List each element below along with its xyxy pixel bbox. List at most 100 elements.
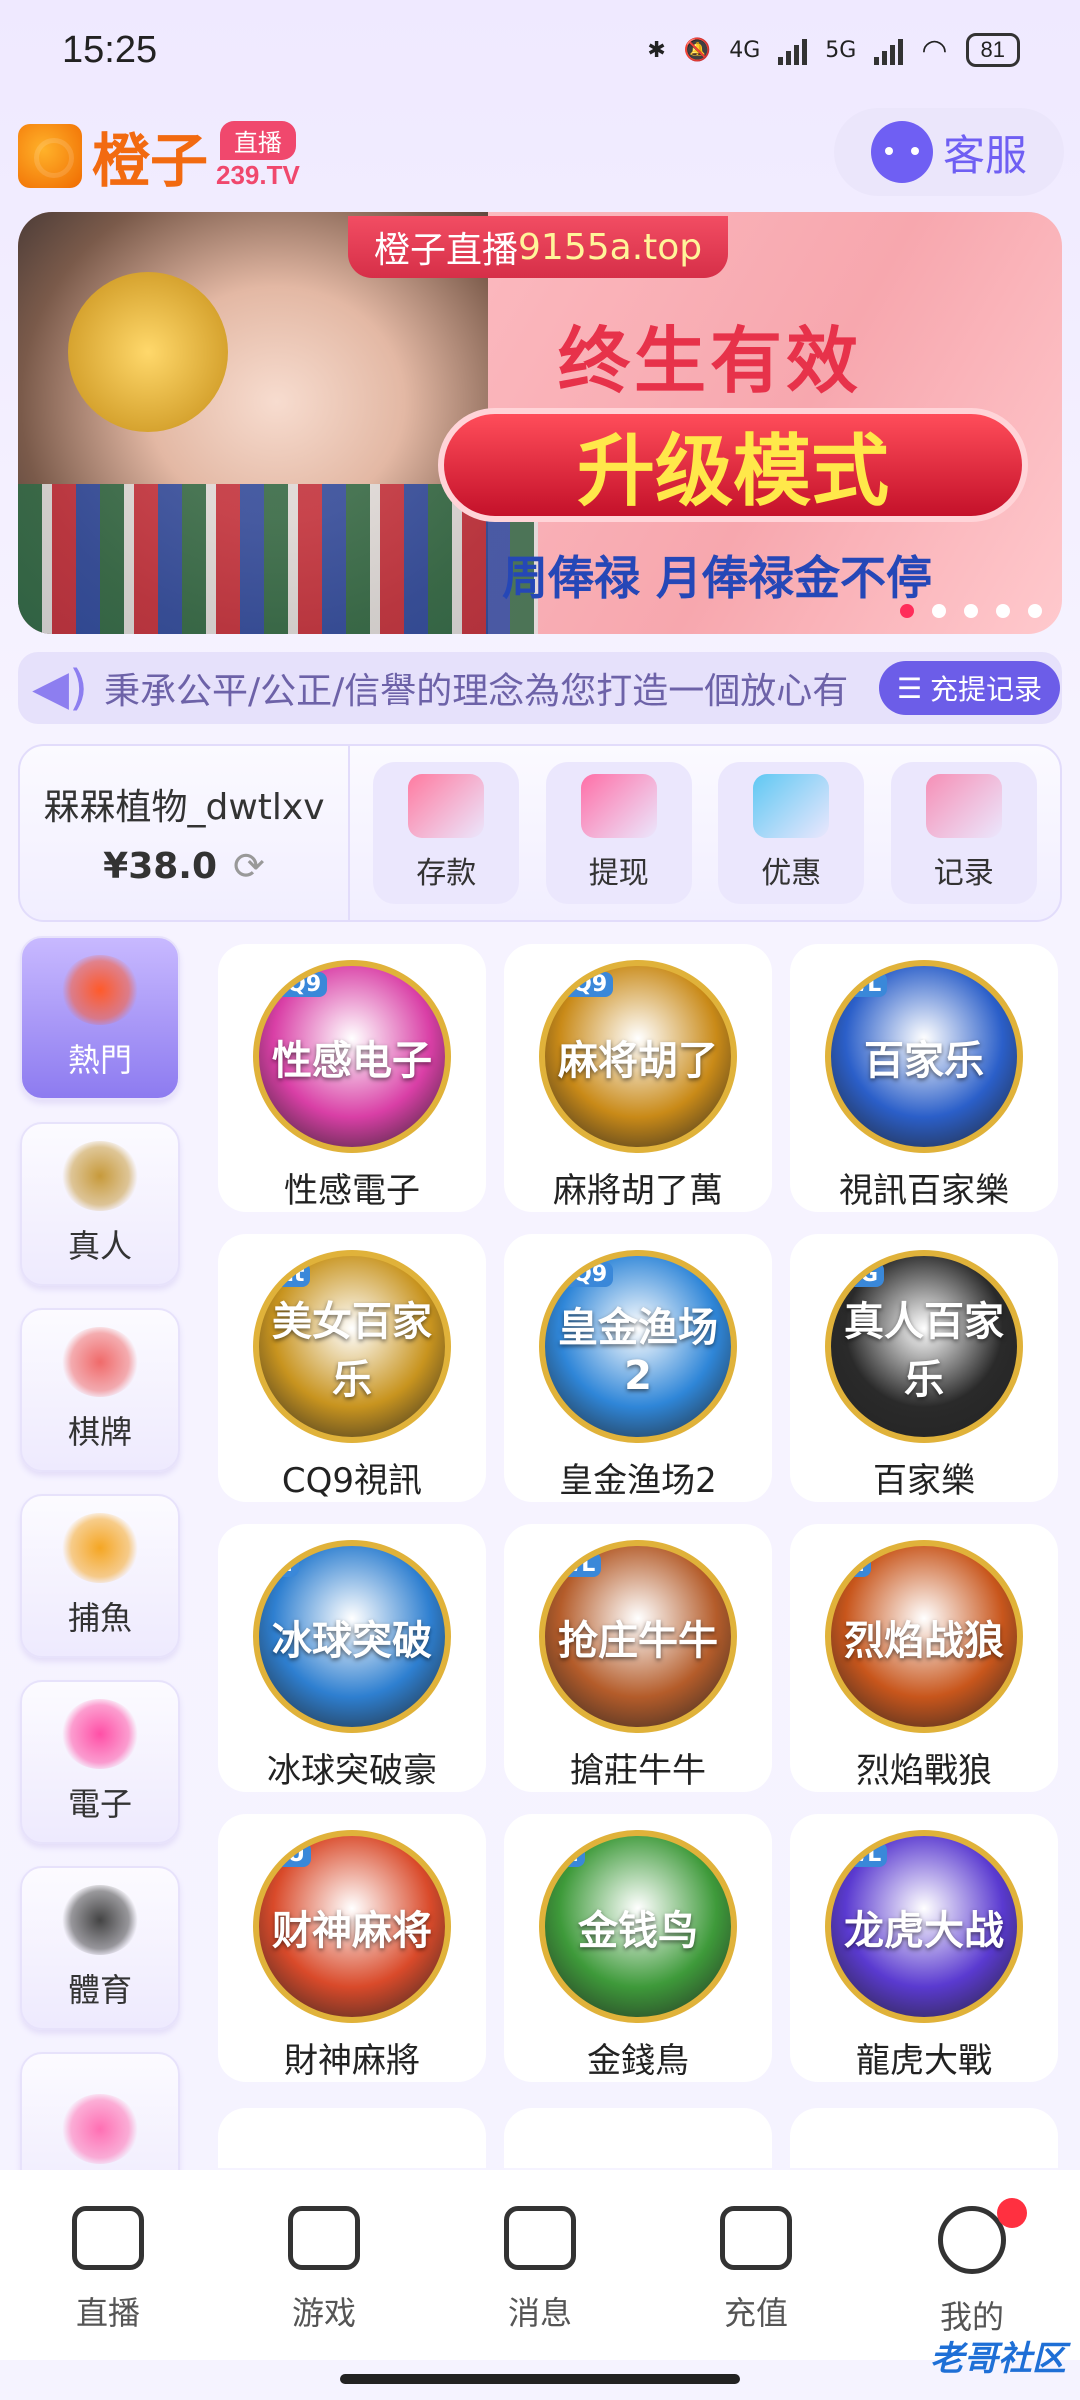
game-card[interactable]: AG 真人百家乐百家樂 [790, 1234, 1058, 1502]
game-thumbnail: WL 抢庄牛牛 [539, 1540, 737, 1733]
carousel-dot[interactable] [996, 604, 1010, 618]
game-name: 百家樂 [873, 1461, 975, 1501]
banner-pill: 升级模式 [438, 408, 1028, 522]
record-button-label: 充提记录 [929, 673, 1042, 706]
game-card-partial[interactable] [504, 2108, 772, 2168]
app-header: 橙子 直播 239.TV 客服 [0, 104, 1080, 204]
balance-row: ¥38.0 ⟳ [103, 844, 265, 888]
game-card[interactable]: mt 美女百家乐 CQ9視訊 [218, 1234, 486, 1502]
game-name: 烈焰戰狼 [856, 1751, 992, 1791]
game-card[interactable]: WL 龙虎大战 龍虎大戰 [790, 1814, 1058, 2082]
status-icons: ✱ 🔕 4G 5G ◠ 81 [647, 33, 1020, 68]
provider-badge: M [265, 1552, 299, 1577]
fire-icon [61, 955, 139, 1025]
category-tab-2[interactable]: 棋牌 [20, 1308, 180, 1472]
lottery-ball-icon [61, 2094, 139, 2164]
cards-icon [61, 1327, 139, 1397]
home-indicator[interactable] [340, 2374, 740, 2384]
provider-badge: M [837, 1552, 871, 1577]
game-art-text: 真人百家乐 [844, 1298, 1004, 1403]
game-thumbnail: PU 财神麻将 [253, 1830, 451, 2023]
wallet-action-1[interactable]: 提现 [545, 762, 692, 904]
announcement-bar: ◀) 秉承公平/公正/信譽的理念為您打造一個放心有 ☰ 充提记录 [18, 652, 1062, 724]
announcement-text: 秉承公平/公正/信譽的理念為您打造一個放心有 [104, 671, 849, 712]
game-name: 麻將胡了萬 [553, 1171, 723, 1211]
fish-icon [61, 1513, 139, 1583]
category-tab-4[interactable]: 電子 [20, 1680, 180, 1844]
username: 槑槑植物_dwtlxv [43, 787, 325, 828]
carousel-dot[interactable] [932, 604, 946, 618]
gift-icon [753, 774, 830, 838]
game-card[interactable]: M 冰球突破 冰球突破豪 [218, 1524, 486, 1792]
game-card[interactable]: M 金钱鸟 金錢鳥 [504, 1814, 772, 2082]
headset-icon [870, 121, 933, 183]
wallet-action-label: 提现 [588, 856, 649, 891]
provider-badge: CQ9 [551, 1262, 614, 1287]
nav-item-0[interactable]: 直播 [33, 2206, 183, 2360]
provider-badge: mt [265, 1262, 311, 1287]
customer-service-button[interactable]: 客服 [834, 108, 1064, 196]
refresh-icon[interactable]: ⟳ [233, 844, 265, 888]
game-card[interactable]: CQ9 皇金渔场2 皇金渔场2 [504, 1234, 772, 1502]
game-thumbnail: AG 真人百家乐 [825, 1250, 1023, 1443]
logo-domain: 239.TV [216, 160, 300, 190]
game-card[interactable]: PU 财神麻将 財神麻將 [218, 1814, 486, 2082]
category-label: 真人 [67, 1227, 132, 1265]
logo-live-label: 直播 [219, 121, 296, 160]
game-card[interactable]: WL 百家乐 視訊百家樂 [790, 944, 1058, 1212]
nav-label: 游戏 [291, 2294, 356, 2332]
wallet-action-label: 优惠 [761, 856, 822, 891]
carousel-dot[interactable] [964, 604, 978, 618]
next-row-peek [218, 2108, 1060, 2168]
carousel-dot[interactable] [1028, 604, 1042, 618]
game-card[interactable]: M 烈焰战狼 烈焰戰狼 [790, 1524, 1058, 1792]
wallet-action-0[interactable]: 存款 [373, 762, 520, 904]
nav-item-3[interactable]: 充值 [681, 2206, 831, 2360]
category-tab-1[interactable]: 真人 [20, 1122, 180, 1286]
game-art-text: 龙虎大战 [844, 1907, 1004, 1954]
mute-icon: 🔕 [683, 37, 712, 63]
logo-name: 橙子 [92, 127, 209, 195]
game-art-text: 金钱鸟 [578, 1907, 698, 1954]
banner-top-tag: 橙子直播 9155a.top [348, 216, 729, 278]
promo-banner[interactable]: 橙子直播 9155a.top 终生有效 升级模式 周俸禄 月俸禄金不停 [18, 212, 1062, 634]
slot-machine-icon [61, 1699, 139, 1769]
card-icon [408, 774, 485, 838]
carousel-dot[interactable] [900, 604, 914, 618]
money-bag-icon [580, 774, 657, 838]
carousel-dots[interactable] [900, 604, 1042, 618]
provider-badge: CQ9 [551, 972, 614, 997]
category-tab-5[interactable]: 體育 [20, 1866, 180, 2030]
net2-label: 5G [825, 37, 857, 63]
game-thumbnail: CQ9 性感电子 [253, 960, 451, 1153]
game-thumbnail: WL 龙虎大战 [825, 1830, 1023, 2023]
nav-label: 充值 [723, 2294, 788, 2332]
provider-badge: AG [837, 1262, 885, 1287]
provider-badge: PU [265, 1842, 311, 1867]
deposit-withdraw-record-button[interactable]: ☰ 充提记录 [878, 661, 1060, 715]
provider-badge: WL [837, 1842, 888, 1867]
game-card[interactable]: WL 抢庄牛牛 搶莊牛牛 [504, 1524, 772, 1792]
signal-icon [778, 35, 808, 65]
wallet-icon [720, 2206, 792, 2270]
app-logo[interactable]: 橙子 直播 239.TV [18, 114, 300, 198]
game-card-partial[interactable] [218, 2108, 486, 2168]
category-tab-3[interactable]: 捕魚 [20, 1494, 180, 1658]
game-art-text: 皇金渔场2 [558, 1304, 718, 1399]
nav-item-2[interactable]: 消息 [465, 2206, 615, 2360]
game-name: 金錢鳥 [587, 2041, 689, 2081]
game-art-text: 麻将胡了 [558, 1037, 718, 1084]
game-card[interactable]: CQ9 麻将胡了麻將胡了萬 [504, 944, 772, 1212]
category-tab-0[interactable]: 熱門 [20, 936, 180, 1100]
wallet-action-2[interactable]: 优惠 [718, 762, 865, 904]
wallet-action-3[interactable]: 记录 [890, 762, 1037, 904]
game-card[interactable]: CQ9 性感电子 性感電子 [218, 944, 486, 1212]
wifi-icon: ◠ [921, 32, 948, 68]
category-label: 捕魚 [67, 1599, 132, 1637]
game-card-partial[interactable] [790, 2108, 1058, 2168]
game-art-text: 美女百家乐 [272, 1298, 432, 1403]
chat-icon [504, 2206, 576, 2270]
gamepad-icon [288, 2206, 360, 2270]
nav-label: 直播 [75, 2294, 140, 2332]
nav-item-1[interactable]: 游戏 [249, 2206, 399, 2360]
